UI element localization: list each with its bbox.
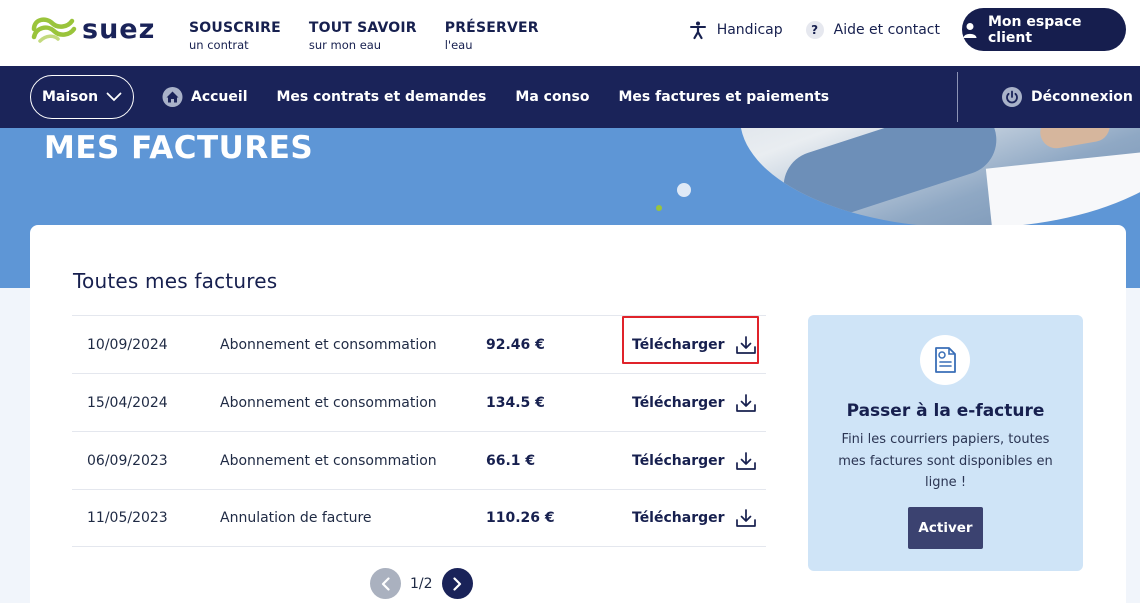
nav-conso[interactable]: Ma conso xyxy=(515,89,589,105)
invoice-date: 15/04/2024 xyxy=(87,394,168,411)
property-selector[interactable]: Maison xyxy=(30,75,134,119)
client-space-label: Mon espace client xyxy=(988,13,1082,46)
suez-waves-logo-icon xyxy=(31,17,77,43)
download-label: Télécharger xyxy=(632,336,725,353)
download-icon xyxy=(735,451,757,471)
user-icon xyxy=(962,22,978,38)
nav-divider xyxy=(957,72,958,122)
invoice-row: 11/05/2023 Annulation de facture 110.26 … xyxy=(72,489,766,547)
invoice-amount: 66.1 € xyxy=(486,452,536,469)
handicap-link[interactable]: Handicap xyxy=(688,20,783,40)
invoice-row: 06/09/2023 Abonnement et consommation 66… xyxy=(72,431,766,489)
top-navigation: SOUSCRIRE un contrat TOUT SAVOIR sur mon… xyxy=(189,20,539,52)
invoice-label: Abonnement et consommation xyxy=(220,452,437,469)
invoice-amount: 92.46 € xyxy=(486,336,545,353)
nav-links: Accueil Mes contrats et demandes Ma cons… xyxy=(162,87,858,107)
previous-page-button[interactable] xyxy=(370,568,401,599)
invoice-date: 06/09/2023 xyxy=(87,452,168,469)
accessibility-icon xyxy=(688,20,708,40)
decorative-dot xyxy=(656,205,662,211)
handicap-label: Handicap xyxy=(716,21,783,38)
utility-links: Handicap ? Aide et contact Mon espace cl… xyxy=(688,8,1126,51)
home-icon xyxy=(162,87,183,107)
download-label: Télécharger xyxy=(632,452,725,469)
download-icon xyxy=(735,508,757,528)
brand-name: suez xyxy=(82,13,156,45)
invoice-label: Abonnement et consommation xyxy=(220,336,437,353)
nav-factures-label: Mes factures et paiements xyxy=(618,89,830,105)
help-contact-label: Aide et contact xyxy=(833,21,940,38)
download-icon xyxy=(735,335,757,355)
page-title: MES FACTURES xyxy=(44,130,314,166)
pagination: 1/2 xyxy=(370,568,473,599)
power-icon xyxy=(1002,87,1022,107)
topnav-main-label: PRÉSERVER xyxy=(444,20,539,36)
suez-logo[interactable]: suez xyxy=(28,10,158,48)
invoices-title: Toutes mes factures xyxy=(73,269,278,293)
invoice-row: 10/09/2024 Abonnement et consommation 92… xyxy=(72,315,766,373)
topnav-preserver[interactable]: PRÉSERVER l'eau xyxy=(445,20,539,52)
invoices-card: Toutes mes factures 10/09/2024 Abonnemen… xyxy=(30,225,1126,603)
invoice-label: Annulation de facture xyxy=(220,510,372,526)
activate-button[interactable]: Activer xyxy=(908,507,983,549)
nav-contrats-label: Mes contrats et demandes xyxy=(276,89,487,105)
question-icon: ? xyxy=(805,20,825,40)
help-contact-link[interactable]: ? Aide et contact xyxy=(805,20,940,40)
promo-text: Fini les courriers papiers, toutes mes f… xyxy=(838,432,1053,490)
topnav-main-label: TOUT SAVOIR xyxy=(308,20,417,36)
nav-factures[interactable]: Mes factures et paiements xyxy=(618,89,829,105)
topnav-sub-label: l'eau xyxy=(444,38,473,52)
download-button[interactable]: Télécharger xyxy=(632,508,757,528)
nav-conso-label: Ma conso xyxy=(515,89,590,105)
logout-link[interactable]: Déconnexion xyxy=(1002,87,1133,107)
topnav-tout-savoir[interactable]: TOUT SAVOIR sur mon eau xyxy=(309,20,417,52)
chevron-down-icon xyxy=(106,92,122,102)
topnav-main-label: SOUSCRIRE xyxy=(189,20,281,36)
invoice-date: 11/05/2023 xyxy=(87,510,168,526)
invoice-label: Abonnement et consommation xyxy=(220,394,437,411)
nav-accueil-label: Accueil xyxy=(191,89,248,105)
invoice-row: 15/04/2024 Abonnement et consommation 13… xyxy=(72,373,766,431)
invoice-amount: 110.26 € xyxy=(486,510,555,526)
page-indicator: 1/2 xyxy=(410,575,433,592)
download-label: Télécharger xyxy=(632,394,725,411)
client-space-button[interactable]: Mon espace client xyxy=(962,8,1126,51)
main-navigation: Maison Accueil Mes contrats et demandes … xyxy=(0,66,1140,128)
nav-contrats[interactable]: Mes contrats et demandes xyxy=(277,89,487,105)
property-selector-label: Maison xyxy=(41,89,99,105)
invoice-list: 10/09/2024 Abonnement et consommation 92… xyxy=(72,315,766,547)
next-page-button[interactable] xyxy=(441,568,473,599)
logout-label: Déconnexion xyxy=(1031,89,1133,105)
invoice-amount: 134.5 € xyxy=(486,394,545,411)
topnav-souscrire[interactable]: SOUSCRIRE un contrat xyxy=(189,20,281,52)
e-invoice-promo: Passer à la e-facture Fini les courriers… xyxy=(808,315,1083,571)
nav-accueil[interactable]: Accueil xyxy=(162,87,248,107)
download-button[interactable]: Télécharger xyxy=(632,393,757,413)
download-icon xyxy=(735,393,757,413)
download-button[interactable]: Télécharger xyxy=(622,315,759,364)
hero-photo xyxy=(740,128,1140,228)
topnav-sub-label: sur mon eau xyxy=(308,38,382,52)
invoice-date: 10/09/2024 xyxy=(87,336,168,353)
topnav-sub-label: un contrat xyxy=(189,38,249,52)
download-label: Télécharger xyxy=(632,510,725,526)
top-header: suez SOUSCRIRE un contrat TOUT SAVOIR su… xyxy=(0,0,1140,66)
e-invoice-icon xyxy=(920,335,970,385)
download-button[interactable]: Télécharger xyxy=(632,451,757,471)
chevron-right-icon xyxy=(453,576,462,591)
decorative-dot xyxy=(677,183,691,197)
chevron-left-icon xyxy=(381,576,390,591)
promo-title: Passer à la e-facture xyxy=(846,401,1045,421)
